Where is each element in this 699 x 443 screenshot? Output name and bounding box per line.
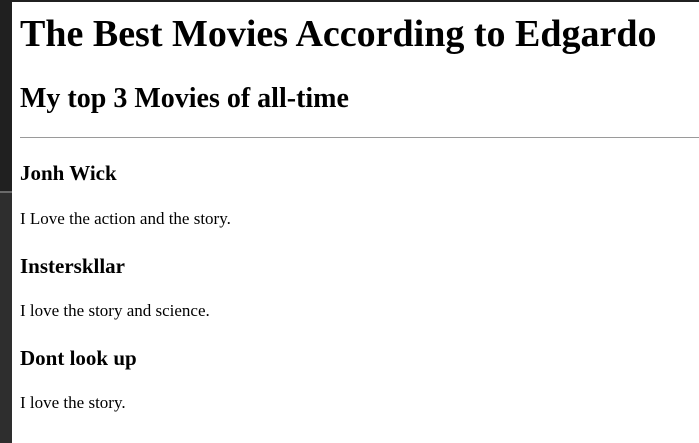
movie-description: I love the story and science. (20, 301, 210, 320)
movie-title: Insterskllar (20, 254, 125, 278)
movie-item: Dont look up I love the story. (20, 346, 699, 413)
movie-item: Insterskllar I love the story and scienc… (20, 254, 699, 321)
page-content: The Best Movies According to Edgardo My … (20, 2, 699, 413)
section-divider (20, 137, 699, 138)
window-left-edge-splitter[interactable] (0, 191, 12, 193)
movie-description: I love the story. (20, 393, 126, 412)
page-subtitle: My top 3 Movies of all-time (20, 83, 349, 114)
page-title: The Best Movies According to Edgardo (20, 13, 657, 55)
page-viewport: The Best Movies According to Edgardo My … (12, 2, 699, 443)
movie-item: Jonh Wick I Love the action and the stor… (20, 161, 699, 229)
window-left-edge-lower (0, 193, 12, 443)
movie-title: Jonh Wick (20, 161, 117, 185)
movie-title: Dont look up (20, 346, 137, 370)
movie-description: I Love the action and the story. (20, 209, 231, 228)
movie-list: Jonh Wick I Love the action and the stor… (20, 161, 699, 413)
